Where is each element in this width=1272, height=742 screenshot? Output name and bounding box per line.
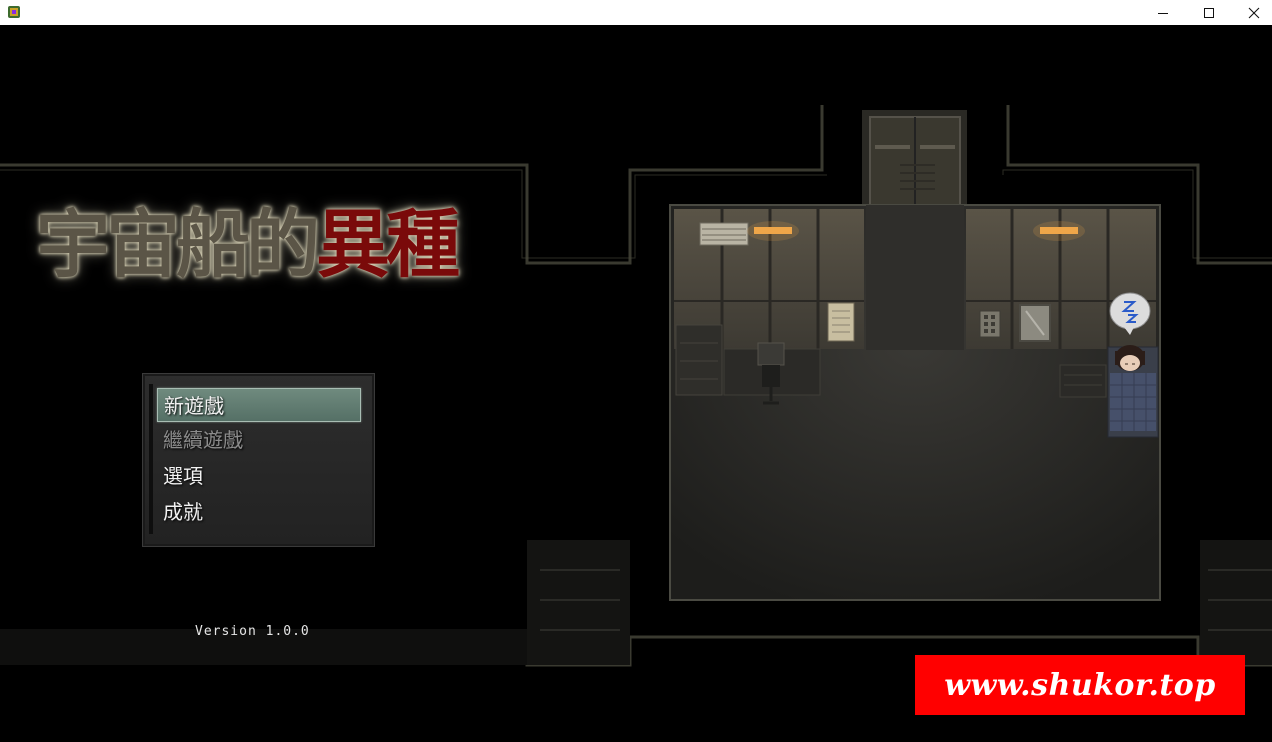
menu-item-options[interactable]: 選項 [157, 459, 361, 493]
title-command-menu: 新遊戲 繼續遊戲 選項 成就 [142, 373, 375, 547]
window-title-bar [0, 0, 1272, 26]
minimize-button[interactable] [1140, 0, 1186, 25]
title-logo-part-a: 宇宙船的 [36, 202, 320, 288]
game-canvas[interactable]: 宇宙船的異種 新遊戲 繼續遊戲 選項 成就 Version 1.0.0 www.… [0, 25, 1272, 742]
menu-item-continue[interactable]: 繼續遊戲 [157, 423, 361, 457]
minimize-icon [1158, 12, 1168, 14]
title-logo-part-b: 異種 [316, 202, 460, 288]
menu-edge-decoration [149, 384, 153, 534]
game-title-logo: 宇宙船的異種 [36, 195, 460, 295]
rpg-maker-icon [8, 6, 20, 18]
watermark-text: www.shukor.top [944, 667, 1216, 703]
version-label: Version 1.0.0 [195, 624, 310, 639]
close-icon [1248, 7, 1260, 18]
watermark-banner: www.shukor.top [915, 655, 1245, 715]
maximize-icon [1204, 7, 1214, 18]
menu-item-new-game[interactable]: 新遊戲 [157, 388, 361, 422]
menu-item-achievements[interactable]: 成就 [157, 495, 361, 529]
close-button[interactable] [1231, 0, 1272, 25]
maximize-button[interactable] [1186, 0, 1232, 25]
